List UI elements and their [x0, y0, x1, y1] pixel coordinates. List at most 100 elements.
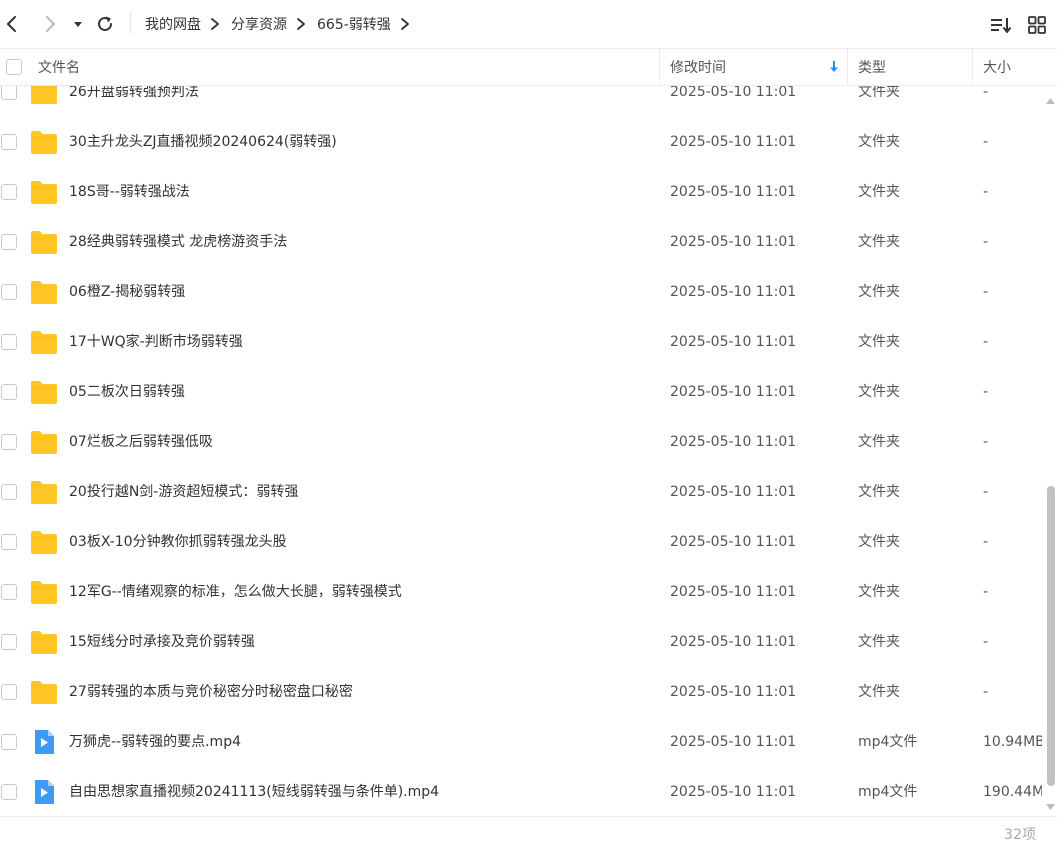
row-checkbox[interactable]	[1, 584, 17, 600]
list-header: 文件名 修改时间 类型 大小	[0, 48, 1057, 86]
file-name[interactable]: 26开盘弱转强预判法	[69, 86, 199, 117]
file-row[interactable]: 30主升龙头ZJ直播视频20240624(弱转强) 2025-05-10 11:0…	[0, 117, 1044, 167]
row-checkbox[interactable]	[1, 734, 17, 750]
file-type: 文件夹	[858, 434, 900, 450]
row-checkbox[interactable]	[1, 634, 17, 650]
back-button[interactable]	[0, 12, 24, 36]
folder-icon	[30, 579, 58, 605]
row-checkbox[interactable]	[1, 684, 17, 700]
file-row[interactable]: 18S哥--弱转强战法 2025-05-10 11:01 文件夹 -	[0, 167, 1044, 217]
file-name[interactable]: 03板X-10分钟教你抓弱转强龙头股	[69, 517, 287, 567]
file-modified: 2025-05-10 11:01	[670, 584, 797, 600]
file-modified: 2025-05-10 11:01	[670, 184, 797, 200]
row-checkbox[interactable]	[1, 234, 17, 250]
file-name[interactable]: 12军G--情绪观察的标准，怎么做大长腿，弱转强模式	[69, 567, 402, 617]
status-bar: 32项	[0, 816, 1057, 849]
row-checkbox[interactable]	[1, 484, 17, 500]
breadcrumb-item-share[interactable]: 分享资源	[231, 14, 287, 34]
column-header-modified[interactable]: 修改时间	[670, 49, 726, 85]
scrollbar-thumb[interactable]	[1047, 486, 1055, 786]
file-name[interactable]: 自由思想家直播视频20241113(短线弱转强与条件单).mp4	[69, 767, 439, 816]
folder-icon	[30, 529, 58, 555]
file-type: 文件夹	[858, 634, 900, 650]
column-header-type[interactable]: 类型	[858, 49, 886, 85]
file-name[interactable]: 15短线分时承接及竞价弱转强	[69, 617, 255, 667]
row-checkbox[interactable]	[1, 534, 17, 550]
sort-descending-icon[interactable]	[828, 49, 840, 85]
select-all-checkbox[interactable]	[6, 59, 22, 75]
file-row[interactable]: 17十WQ家-判断市场弱转强 2025-05-10 11:01 文件夹 -	[0, 317, 1044, 367]
file-row[interactable]: 15短线分时承接及竞价弱转强 2025-05-10 11:01 文件夹 -	[0, 617, 1044, 667]
file-modified: 2025-05-10 11:01	[670, 384, 797, 400]
file-size: -	[983, 184, 989, 200]
toolbar: 我的网盘 分享资源 665-弱转强	[0, 0, 1057, 47]
column-header-name[interactable]: 文件名	[38, 49, 80, 85]
history-dropdown-button[interactable]	[70, 14, 86, 34]
file-row[interactable]: 26开盘弱转强预判法 2025-05-10 11:01 文件夹 -	[0, 86, 1044, 117]
row-checkbox[interactable]	[1, 384, 17, 400]
folder-icon	[30, 479, 58, 505]
row-checkbox[interactable]	[1, 434, 17, 450]
file-name[interactable]: 20投行越N剑-游资超短模式：弱转强	[69, 467, 298, 517]
file-size: -	[983, 634, 989, 650]
file-name[interactable]: 万狮虎--弱转强的要点.mp4	[69, 717, 241, 767]
file-row[interactable]: 12军G--情绪观察的标准，怎么做大长腿，弱转强模式 2025-05-10 11:…	[0, 567, 1044, 617]
scroll-down-arrow-icon[interactable]	[1046, 798, 1055, 814]
file-name[interactable]: 18S哥--弱转强战法	[69, 167, 190, 217]
file-name[interactable]: 06橙Z-揭秘弱转强	[69, 267, 185, 317]
file-type: 文件夹	[858, 284, 900, 300]
file-name[interactable]: 05二板次日弱转强	[69, 367, 185, 417]
column-divider[interactable]	[972, 49, 973, 85]
file-type: 文件夹	[858, 184, 900, 200]
chevron-right-icon	[46, 16, 55, 32]
row-checkbox[interactable]	[1, 334, 17, 350]
row-checkbox[interactable]	[1, 134, 17, 150]
folder-icon	[30, 86, 58, 105]
breadcrumb-item-current[interactable]: 665-弱转强	[317, 14, 391, 34]
row-checkbox[interactable]	[1, 284, 17, 300]
refresh-button[interactable]	[94, 12, 116, 36]
file-row[interactable]: 06橙Z-揭秘弱转强 2025-05-10 11:01 文件夹 -	[0, 267, 1044, 317]
file-row[interactable]: 28经典弱转强模式 龙虎榜游资手法 2025-05-10 11:01 文件夹 -	[0, 217, 1044, 267]
file-name[interactable]: 17十WQ家-判断市场弱转强	[69, 317, 243, 367]
row-checkbox[interactable]	[1, 86, 17, 100]
file-row[interactable]: 27弱转强的本质与竞价秘密分时秘密盘口秘密 2025-05-10 11:01 文件夹…	[0, 667, 1044, 717]
file-type: mp4文件	[858, 734, 918, 750]
grid-view-button[interactable]	[1025, 13, 1049, 37]
file-row[interactable]: 07烂板之后弱转强低吸 2025-05-10 11:01 文件夹 -	[0, 417, 1044, 467]
breadcrumb-item-root[interactable]: 我的网盘	[145, 14, 201, 34]
file-list: 26开盘弱转强预判法 2025-05-10 11:01 文件夹 - 30主升龙头ZJ直播…	[0, 86, 1044, 816]
file-name[interactable]: 30主升龙头ZJ直播视频20240624(弱转强)	[69, 117, 337, 167]
scrollbar[interactable]	[1044, 86, 1057, 816]
file-modified: 2025-05-10 11:01	[670, 434, 797, 450]
video-file-icon	[30, 729, 58, 755]
file-name[interactable]: 07烂板之后弱转强低吸	[69, 417, 213, 467]
file-size: -	[983, 284, 989, 300]
column-header-size[interactable]: 大小	[983, 49, 1011, 85]
row-checkbox[interactable]	[1, 184, 17, 200]
column-divider[interactable]	[659, 49, 660, 85]
file-row[interactable]: 自由思想家直播视频20241113(短线弱转强与条件单).mp4 2025-05-…	[0, 767, 1044, 816]
file-row[interactable]: 05二板次日弱转强 2025-05-10 11:01 文件夹 -	[0, 367, 1044, 417]
grid-view-icon	[1028, 16, 1046, 34]
sort-options-button[interactable]	[989, 13, 1013, 37]
column-divider[interactable]	[847, 49, 848, 85]
scroll-up-arrow-icon[interactable]	[1046, 92, 1055, 108]
file-size: -	[983, 334, 989, 350]
video-file-icon	[30, 779, 58, 805]
file-size: -	[983, 484, 989, 500]
file-row[interactable]: 20投行越N剑-游资超短模式：弱转强 2025-05-10 11:01 文件夹 -	[0, 467, 1044, 517]
item-count: 32项	[1004, 827, 1036, 843]
file-name[interactable]: 28经典弱转强模式 龙虎榜游资手法	[69, 217, 287, 267]
forward-button[interactable]	[38, 12, 62, 36]
row-checkbox[interactable]	[1, 784, 17, 800]
file-modified: 2025-05-10 11:01	[670, 86, 797, 100]
file-size: -	[983, 384, 989, 400]
file-size: -	[983, 86, 989, 100]
file-type: 文件夹	[858, 134, 900, 150]
file-name[interactable]: 27弱转强的本质与竞价秘密分时秘密盘口秘密	[69, 667, 353, 717]
file-row[interactable]: 03板X-10分钟教你抓弱转强龙头股 2025-05-10 11:01 文件夹 -	[0, 517, 1044, 567]
caret-down-icon	[74, 22, 82, 27]
file-row[interactable]: 万狮虎--弱转强的要点.mp4 2025-05-10 11:01 mp4文件 10.9…	[0, 717, 1044, 767]
breadcrumb-more-icon[interactable]	[400, 17, 410, 30]
